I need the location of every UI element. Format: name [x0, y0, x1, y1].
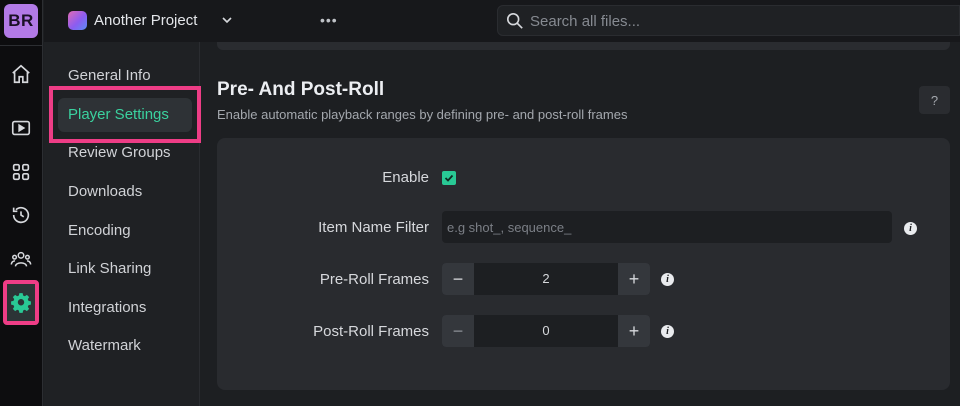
icon-rail: BR	[0, 0, 43, 406]
section-title: Pre- And Post-Roll	[217, 79, 385, 100]
settings-sidebar: General Info Player Settings Review Grou…	[44, 42, 201, 406]
item-name-filter-label: Item Name Filter	[318, 219, 429, 236]
info-icon[interactable]: i	[661, 325, 674, 338]
enable-label: Enable	[382, 169, 429, 186]
project-icon[interactable]	[68, 11, 87, 30]
search-box[interactable]	[497, 5, 960, 36]
pre-post-roll-card: Enable Item Name Filter i Pre-Roll Frame…	[217, 138, 950, 390]
nav-item-encoding[interactable]: Encoding	[68, 221, 131, 241]
app-window: BR Another Project ••• Gen	[0, 0, 960, 406]
nav-highlight-box	[49, 86, 201, 143]
home-icon[interactable]	[5, 58, 37, 90]
nav-item-downloads[interactable]: Downloads	[68, 182, 142, 202]
main-content: Pre- And Post-Roll Enable automatic play…	[201, 42, 960, 406]
check-icon	[444, 174, 454, 182]
chevron-down-icon[interactable]	[220, 13, 234, 27]
pre-roll-value[interactable]: 2	[474, 263, 618, 295]
post-roll-value[interactable]: 0	[474, 315, 618, 347]
rail-divider	[0, 45, 43, 46]
grid-icon[interactable]	[5, 156, 37, 188]
search-input[interactable]	[530, 10, 950, 32]
section-subtitle: Enable automatic playback ranges by defi…	[217, 107, 628, 122]
item-name-filter-input[interactable]	[442, 211, 892, 243]
help-button[interactable]: ?	[919, 86, 950, 114]
nav-item-watermark[interactable]: Watermark	[68, 336, 141, 356]
play-icon[interactable]	[5, 112, 37, 144]
search-icon	[506, 12, 523, 29]
nav-item-integrations[interactable]: Integrations	[68, 298, 146, 318]
post-roll-label: Post-Roll Frames	[313, 323, 429, 340]
info-icon[interactable]: i	[904, 222, 917, 235]
settings-rail-item[interactable]	[3, 280, 39, 325]
previous-section-edge	[217, 42, 950, 50]
enable-checkbox[interactable]	[442, 171, 456, 185]
post-roll-increment-button[interactable]: +	[618, 315, 650, 347]
history-icon[interactable]	[5, 199, 37, 231]
avatar[interactable]: BR	[4, 4, 38, 38]
users-icon[interactable]	[5, 243, 37, 275]
pre-roll-decrement-button[interactable]: −	[442, 263, 474, 295]
pre-roll-stepper: − 2 +	[442, 263, 650, 295]
more-options-button[interactable]: •••	[320, 12, 338, 28]
pre-roll-increment-button[interactable]: +	[618, 263, 650, 295]
nav-item-link-sharing[interactable]: Link Sharing	[68, 259, 151, 279]
pre-roll-label: Pre-Roll Frames	[319, 271, 429, 288]
nav-item-general-info[interactable]: General Info	[68, 66, 151, 86]
post-roll-stepper: − 0 +	[442, 315, 650, 347]
post-roll-decrement-button[interactable]: −	[442, 315, 474, 347]
nav-item-review-groups[interactable]: Review Groups	[68, 143, 171, 163]
top-bar: Another Project •••	[44, 0, 960, 42]
gear-icon	[11, 292, 31, 313]
info-icon[interactable]: i	[661, 273, 674, 286]
project-name[interactable]: Another Project	[94, 12, 197, 29]
